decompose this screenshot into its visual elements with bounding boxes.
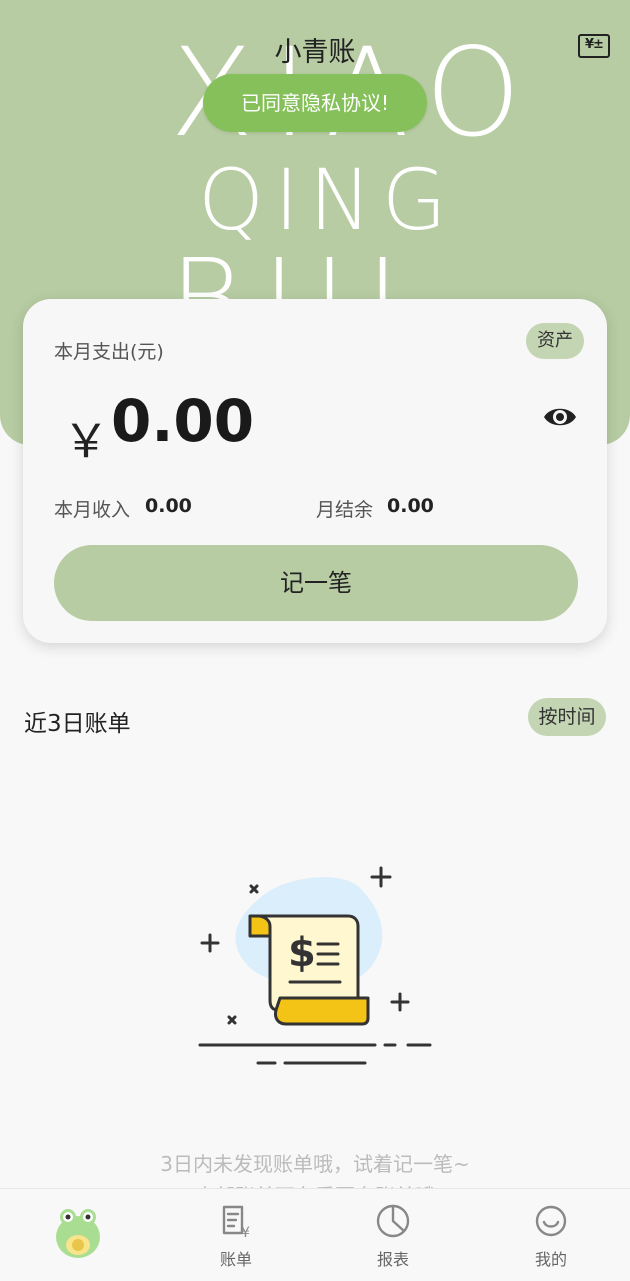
eye-icon[interactable] xyxy=(542,403,578,431)
background-letters-row: QING xyxy=(198,151,457,249)
smile-icon xyxy=(535,1205,567,1237)
income-label: 本月收入 xyxy=(54,499,131,521)
tab-label: 报表 xyxy=(376,1250,409,1269)
tab-home[interactable] xyxy=(18,1189,138,1281)
empty-bill-illustration: $ xyxy=(198,866,432,1065)
svg-text:¥: ¥ xyxy=(241,1225,250,1239)
svg-text:$: $ xyxy=(288,930,316,976)
empty-message: 3日内未发现账单哦，试着记一笔~ xyxy=(160,1152,470,1176)
frog-mascot-icon xyxy=(56,1209,100,1258)
currency-symbol: ￥ xyxy=(63,414,109,468)
calculator-icon[interactable]: ¥± xyxy=(578,34,610,58)
summary-card: 本月支出(元) 资产 ￥ 0.00 本月收入 0.00 月结余 0.00 记一笔 xyxy=(23,299,607,643)
recent-bills-title: 近3日账单 xyxy=(24,711,131,737)
tab-reports[interactable]: 报表 xyxy=(333,1189,453,1281)
expense-amount: 0.00 xyxy=(111,387,255,455)
tab-bills[interactable]: ¥ 账单 xyxy=(176,1189,296,1281)
tab-profile[interactable]: 我的 xyxy=(491,1189,611,1281)
tab-label: 账单 xyxy=(219,1250,252,1269)
sort-by-time-button[interactable]: 按时间 xyxy=(528,698,606,736)
month-expense-label: 本月支出(元) xyxy=(54,341,164,363)
bill-icon: ¥ xyxy=(222,1205,250,1239)
record-button[interactable]: 记一笔 xyxy=(54,545,578,621)
balance-value: 0.00 xyxy=(387,495,434,517)
app-title: 小青账 xyxy=(274,37,356,68)
bottom-tab-bar: ¥ 账单 报表 我的 xyxy=(0,1188,630,1281)
pie-chart-icon xyxy=(376,1204,410,1238)
tab-label: 我的 xyxy=(534,1250,567,1269)
assets-button[interactable]: 资产 xyxy=(526,323,584,359)
income-value: 0.00 xyxy=(145,495,192,517)
balance-label: 月结余 xyxy=(316,499,374,521)
privacy-toast: 已同意隐私协议! xyxy=(203,74,427,132)
